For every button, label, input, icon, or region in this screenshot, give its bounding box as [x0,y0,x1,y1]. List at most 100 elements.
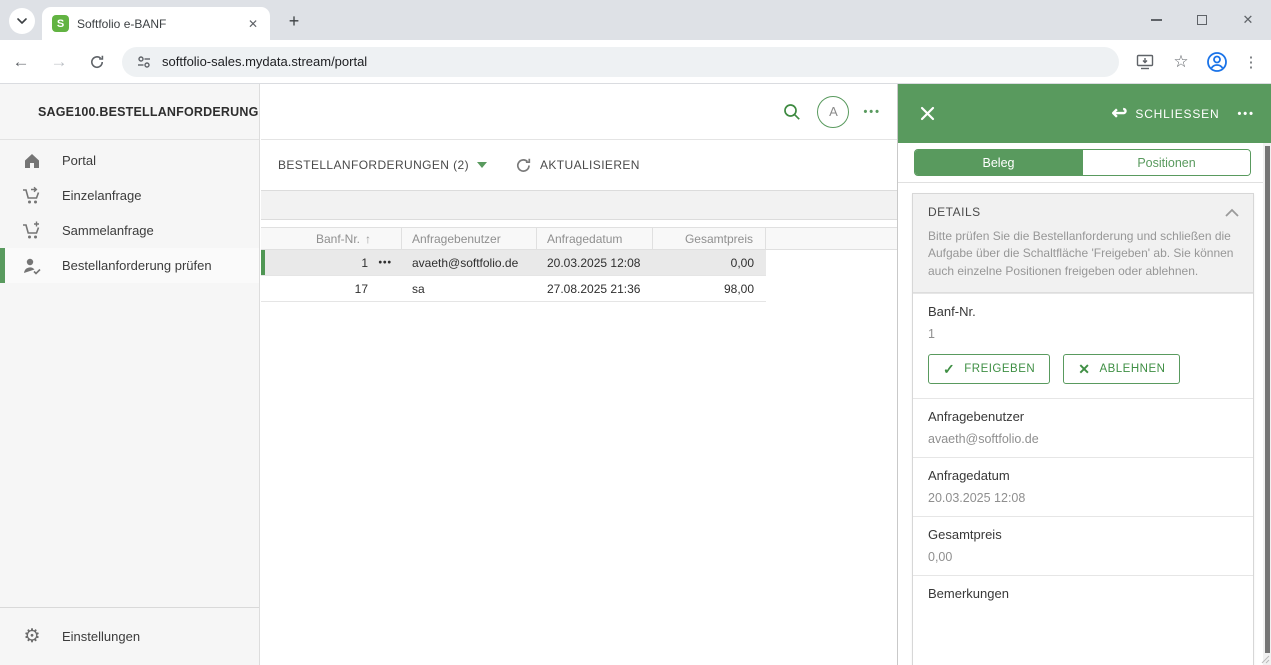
sidebar-header: SAGE100.BESTELLANFORDERUNG [0,84,259,140]
new-tab-button[interactable]: + [282,9,306,33]
column-header-anfragedatum[interactable]: Anfragedatum [537,228,653,249]
tab-search-button[interactable] [9,8,35,34]
field-label: Banf-Nr. [928,304,1238,319]
field-gesamtpreis: Gesamtpreis 0,00 [913,516,1253,575]
user-avatar[interactable]: A [817,96,849,128]
action-bar: BESTELLANFORDERUNGEN (2) AKTUALISIEREN [261,140,897,191]
sidebar-item-label: Sammelanfrage [62,223,154,238]
cell-anfragebenutzer: sa [402,276,537,301]
sidebar-item-label: Einstellungen [62,629,140,644]
reload-icon [89,54,105,70]
app-content: SAGE100.BESTELLANFORDERUNG Portal Einzel… [0,84,1271,665]
home-icon [20,149,44,173]
field-bemerkungen: Bemerkungen [913,575,1253,665]
refresh-button[interactable]: AKTUALISIEREN [515,157,640,174]
forward-button[interactable]: → [42,45,76,79]
tab-positionen[interactable]: Positionen [1082,150,1250,175]
details-card: DETAILS Bitte prüfen Sie die Bestellanfo… [912,193,1254,665]
sidebar-item-label: Einzelanfrage [62,188,142,203]
cell-value: 1 [361,256,368,270]
browser-tab[interactable]: S Softfolio e-BANF ✕ [42,7,270,40]
tab-close-icon[interactable]: ✕ [244,15,262,33]
cell-gesamtpreis: 0,00 [653,250,766,275]
app-title: SAGE100.BESTELLANFORDERUNG [38,105,259,119]
ablehnen-button[interactable]: ✕ ABLEHNEN [1063,354,1180,384]
panel-tab-group: Beleg Positionen [914,149,1251,176]
column-label: Anfragebenutzer [412,232,501,246]
search-button[interactable] [777,97,807,127]
freigeben-button[interactable]: ✓ FREIGEBEN [928,354,1050,384]
browser-menu-icon[interactable]: ⋮ [1239,53,1263,71]
field-value: avaeth@softfolio.de [928,432,1238,446]
schliessen-button[interactable]: SCHLIESSEN [1135,107,1219,121]
close-button[interactable]: ✕ [1225,0,1271,40]
window-controls: ✕ [1133,0,1271,40]
column-header-filler [766,228,897,249]
sidebar-item-portal[interactable]: Portal [0,143,259,178]
field-anfragedatum: Anfragedatum 20.03.2025 12:08 [913,457,1253,516]
collapse-chevron-icon[interactable] [1225,208,1239,217]
panel-header-actions: ↩ SCHLIESSEN ••• [1111,104,1255,123]
collection-label: BESTELLANFORDERUNGEN (2) [278,158,469,172]
install-app-icon[interactable] [1131,48,1159,76]
main-topbar: A ••• [261,84,897,140]
column-header-anfragebenutzer[interactable]: Anfragebenutzer [402,228,537,249]
field-anfragebenutzer: Anfragebenutzer avaeth@softfolio.de [913,398,1253,457]
maximize-button[interactable] [1179,0,1225,40]
sidebar-item-bestellanforderung-pruefen[interactable]: Bestellanforderung prüfen [0,248,259,283]
site-settings-icon[interactable] [136,54,152,70]
row-actions-menu-icon[interactable]: ••• [378,257,392,268]
panel-overflow-menu-icon[interactable]: ••• [1237,108,1255,120]
freigeben-label: FREIGEBEN [964,363,1035,375]
tab-beleg[interactable]: Beleg [915,150,1082,175]
table-row[interactable]: 1 ••• avaeth@softfolio.de 20.03.2025 12:… [261,250,766,276]
cell-anfragebenutzer: avaeth@softfolio.de [402,250,537,275]
url-text[interactable]: softfolio-sales.mydata.stream/portal [162,54,367,69]
resize-grip[interactable] [1261,655,1270,664]
column-header-gesamtpreis[interactable]: Gesamtpreis [653,228,766,249]
column-label: Gesamtpreis [685,232,753,246]
gear-icon: ⚙ [20,625,44,649]
approval-buttons: ✓ FREIGEBEN ✕ ABLEHNEN [928,354,1238,384]
panel-header: ↩ SCHLIESSEN ••• [898,84,1271,143]
grid-gap [261,220,897,227]
sidebar-item-sammelanfrage[interactable]: Sammelanfrage [0,213,259,248]
sidebar-item-einstellungen[interactable]: ⚙ Einstellungen [0,608,259,665]
profile-avatar-icon[interactable] [1203,48,1231,76]
details-card-header: DETAILS Bitte prüfen Sie die Bestellanfo… [913,194,1253,293]
reload-button[interactable] [80,45,114,79]
check-icon: ✓ [943,361,955,378]
x-icon: ✕ [1078,361,1090,378]
cell-anfragedatum: 27.08.2025 21:36 [537,276,653,301]
collection-dropdown[interactable]: BESTELLANFORDERUNGEN (2) [278,158,487,172]
main-overflow-menu-icon[interactable]: ••• [859,106,885,118]
grid-group-band [261,191,897,220]
tab-title: Softfolio e-BANF [77,17,244,31]
address-bar[interactable]: softfolio-sales.mydata.stream/portal [122,47,1119,77]
sidebar-item-einzelanfrage[interactable]: Einzelanfrage [0,178,259,213]
chevron-down-icon [16,15,28,27]
scrollbar-thumb[interactable] [1265,146,1270,653]
sidebar-item-label: Portal [62,153,96,168]
field-value: 20.03.2025 12:08 [928,491,1238,505]
sort-ascending-icon: ↑ [365,232,371,246]
column-header-banf-nr[interactable]: Banf-Nr. ↑ [261,228,402,249]
favicon-icon: S [52,15,69,32]
details-title: DETAILS [928,205,981,219]
panel-scrollbar[interactable] [1263,143,1271,665]
panel-close-button[interactable] [916,103,938,125]
cell-anfragedatum: 20.03.2025 12:08 [537,250,653,275]
table-row[interactable]: 17 sa 27.08.2025 21:36 98,00 [261,276,766,302]
minimize-button[interactable] [1133,0,1179,40]
field-value: 1 [928,327,1238,341]
column-label: Banf-Nr. [316,232,360,246]
cell-value: 17 [355,282,368,296]
details-description: Bitte prüfen Sie die Bestellanforderung … [928,228,1239,280]
field-value: 0,00 [928,550,1238,564]
back-button[interactable]: ← [4,45,38,79]
bookmark-star-icon[interactable]: ☆ [1167,48,1195,76]
field-banf-nr: Banf-Nr. 1 ✓ FREIGEBEN ✕ ABLEHNEN [913,293,1253,398]
person-check-icon [20,254,44,278]
search-icon [783,103,801,121]
cart-plus-icon [20,219,44,243]
